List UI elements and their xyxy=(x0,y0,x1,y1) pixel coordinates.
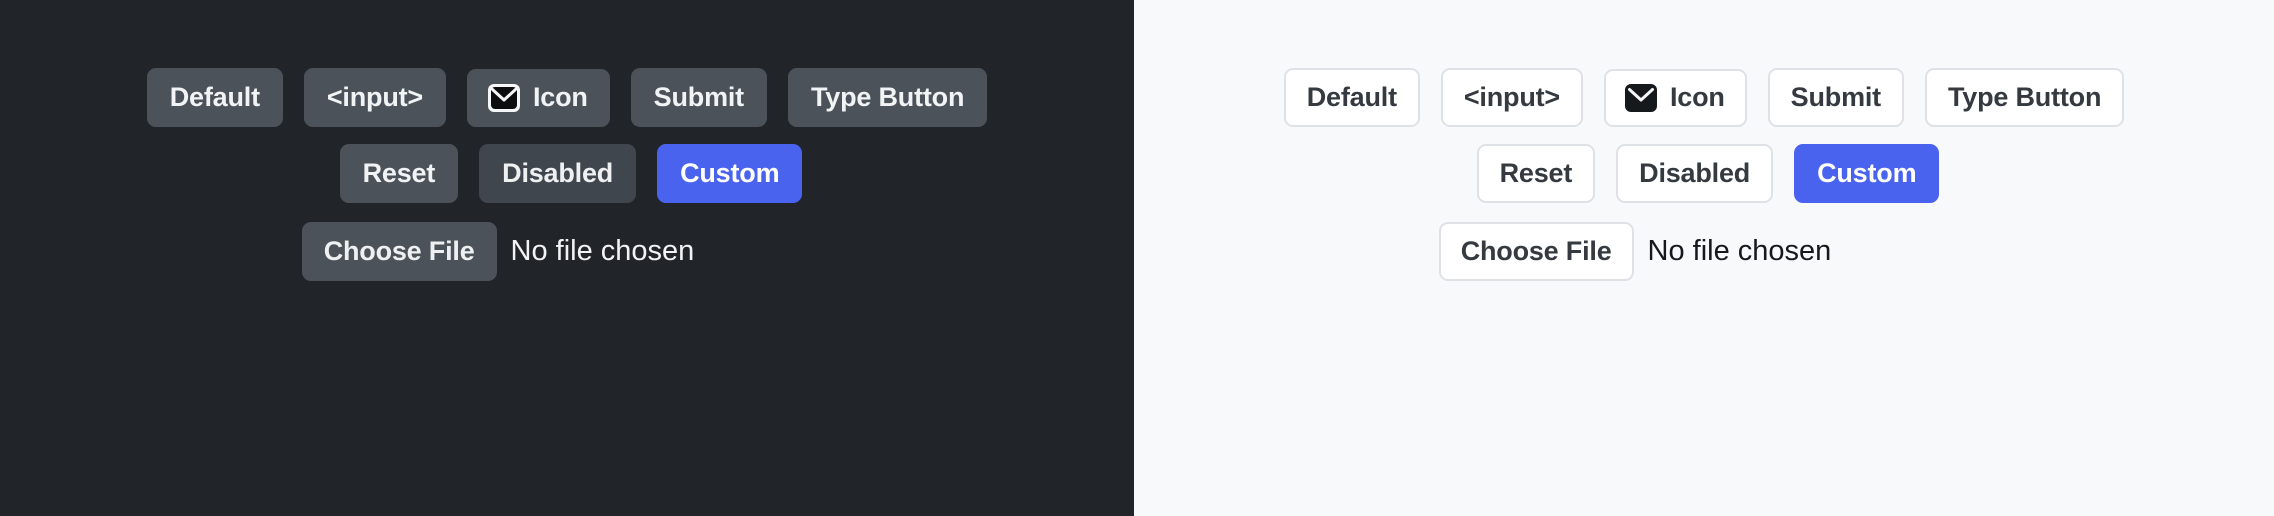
dark-type-button[interactable]: Type Button xyxy=(787,68,988,127)
dark-disabled-button: Disabled xyxy=(479,144,637,203)
light-icon-button[interactable]: Icon xyxy=(1603,68,1747,127)
dark-secondary-button-row: Reset Disabled Custom xyxy=(0,144,1134,203)
light-file-input-row: Choose File No file chosen xyxy=(1134,222,2274,281)
dark-default-button[interactable]: Default xyxy=(146,68,283,127)
light-button-groups: Default <input> Icon Submit Type Button xyxy=(1134,0,2274,281)
light-reset-button[interactable]: Reset xyxy=(1476,144,1596,203)
light-file-status-label: No file chosen xyxy=(1647,235,1832,267)
light-icon-button-label: Icon xyxy=(1669,82,1725,112)
light-submit-button[interactable]: Submit xyxy=(1767,68,1904,127)
light-theme-panel: Default <input> Icon Submit Type Button xyxy=(1134,0,2274,516)
dark-file-input-row: Choose File No file chosen xyxy=(0,222,1134,281)
dark-custom-button[interactable]: Custom xyxy=(657,144,803,203)
light-type-button[interactable]: Type Button xyxy=(1924,68,2125,127)
dark-file-input[interactable]: Choose File No file chosen xyxy=(301,222,695,281)
envelope-icon xyxy=(1624,83,1658,113)
button-variants-comparison: Default <input> Icon Submit Type Button xyxy=(0,0,2274,516)
dark-icon-button-label: Icon xyxy=(532,82,588,112)
dark-choose-file-button[interactable]: Choose File xyxy=(301,222,497,281)
dark-file-status-label: No file chosen xyxy=(510,235,695,267)
light-custom-button[interactable]: Custom xyxy=(1794,144,1940,203)
dark-primary-button-row: Default <input> Icon Submit Type Button xyxy=(0,68,1134,127)
dark-input-button[interactable]: <input> xyxy=(303,68,446,127)
light-choose-file-button[interactable]: Choose File xyxy=(1438,222,1634,281)
light-default-button[interactable]: Default xyxy=(1283,68,1420,127)
light-file-input[interactable]: Choose File No file chosen xyxy=(1438,222,1832,281)
dark-icon-button[interactable]: Icon xyxy=(466,68,610,127)
dark-reset-button[interactable]: Reset xyxy=(339,144,459,203)
dark-button-groups: Default <input> Icon Submit Type Button xyxy=(0,0,1134,281)
dark-theme-panel: Default <input> Icon Submit Type Button xyxy=(0,0,1134,516)
light-input-button[interactable]: <input> xyxy=(1440,68,1583,127)
light-secondary-button-row: Reset Disabled Custom xyxy=(1134,144,2274,203)
dark-submit-button[interactable]: Submit xyxy=(630,68,767,127)
envelope-icon xyxy=(487,83,521,113)
light-primary-button-row: Default <input> Icon Submit Type Button xyxy=(1134,68,2274,127)
light-disabled-button: Disabled xyxy=(1616,144,1774,203)
